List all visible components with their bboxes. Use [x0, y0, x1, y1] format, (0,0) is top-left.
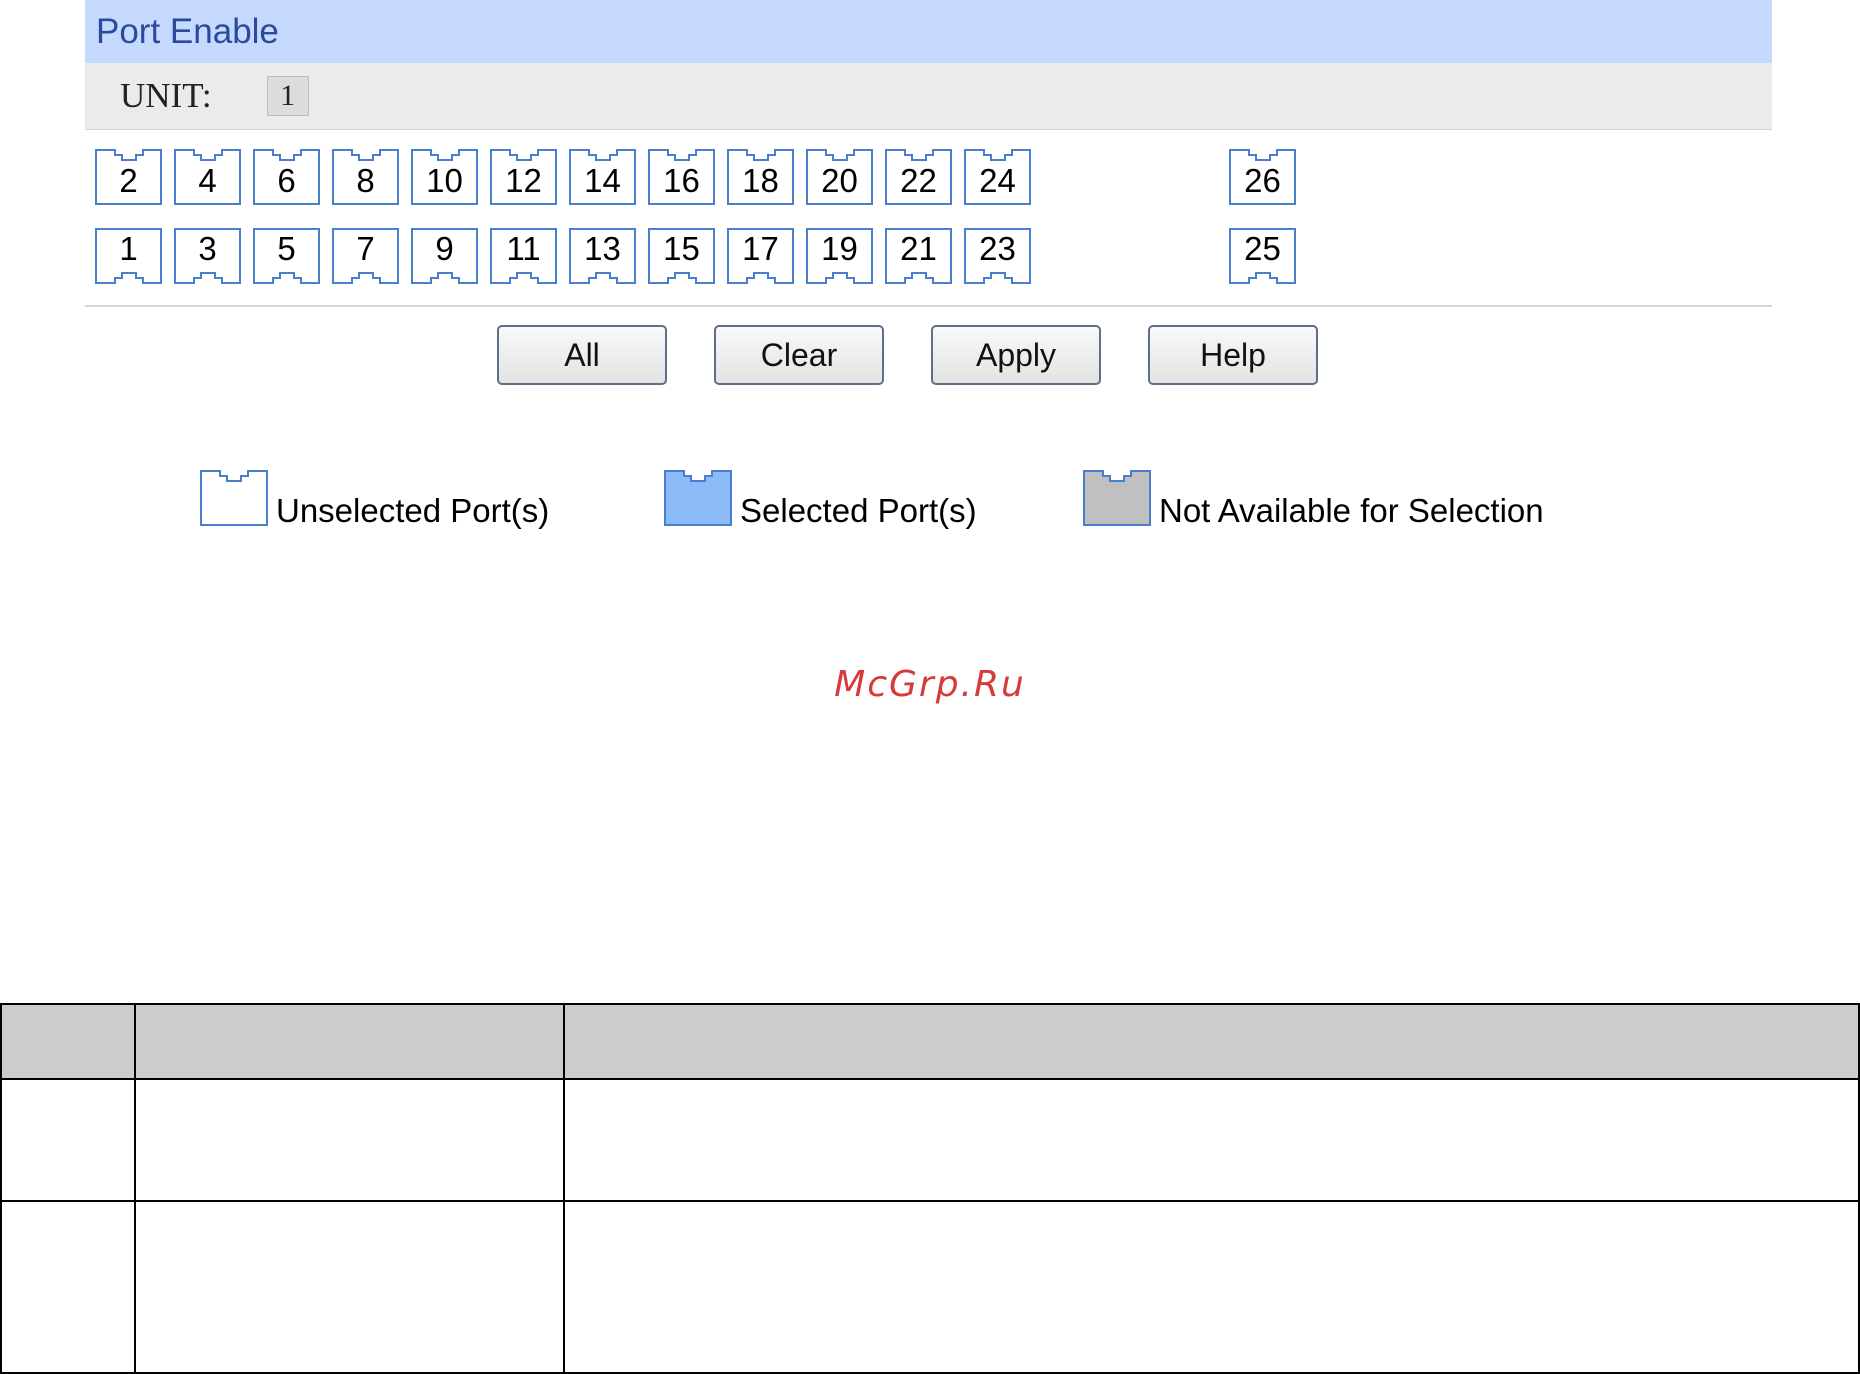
button-bar: All Clear Apply Help	[85, 325, 1772, 387]
unit-selector[interactable]: 1	[266, 76, 309, 116]
port-grid: 2 4 6 8 10 12 14 16 18 20 22 24 26 1 3 5 7 9 11 13 15 17 19 21 2…	[85, 130, 1772, 307]
table-cell	[0, 1200, 136, 1374]
port-number: 2	[119, 162, 138, 199]
port-number: 23	[979, 230, 1016, 267]
port-21[interactable]: 21	[885, 228, 952, 284]
table-cell	[563, 1200, 1860, 1374]
port-24[interactable]: 24	[964, 149, 1031, 205]
port-number: 16	[663, 162, 700, 199]
description-table	[0, 1003, 1860, 1374]
apply-button[interactable]: Apply	[931, 325, 1101, 385]
watermark: McGrp.Ru	[834, 664, 1026, 705]
port-25[interactable]: 25	[1229, 228, 1296, 284]
port-10[interactable]: 10	[411, 149, 478, 205]
port-26[interactable]: 26	[1229, 149, 1296, 205]
port-number: 25	[1244, 230, 1281, 267]
port-2[interactable]: 2	[95, 149, 162, 205]
unit-label: UNIT:	[120, 76, 212, 115]
table-header-cell	[134, 1003, 565, 1080]
port-19[interactable]: 19	[806, 228, 873, 284]
port-number: 19	[821, 230, 858, 267]
port-number: 24	[979, 162, 1016, 199]
port-23[interactable]: 23	[964, 228, 1031, 284]
port-17[interactable]: 17	[727, 228, 794, 284]
port-number: 13	[584, 230, 621, 267]
port-22[interactable]: 22	[885, 149, 952, 205]
port-14[interactable]: 14	[569, 149, 636, 205]
help-button[interactable]: Help	[1148, 325, 1318, 385]
port-number: 9	[435, 230, 454, 267]
table-cell	[563, 1078, 1860, 1202]
unselected-port-icon	[200, 470, 268, 526]
table-header-cell	[563, 1003, 1860, 1080]
port-number: 5	[277, 230, 296, 267]
panel-title: Port Enable	[96, 11, 279, 51]
port-number: 26	[1244, 162, 1281, 199]
port-20[interactable]: 20	[806, 149, 873, 205]
unit-bar: UNIT: 1	[85, 63, 1772, 130]
panel-header: Port Enable	[85, 0, 1772, 63]
legend-selected-label: Selected Port(s)	[740, 492, 977, 529]
port-number: 7	[356, 230, 375, 267]
port-16[interactable]: 16	[648, 149, 715, 205]
legend-unavailable-label: Not Available for Selection	[1159, 492, 1544, 529]
table-cell	[0, 1078, 136, 1202]
port-7[interactable]: 7	[332, 228, 399, 284]
port-13[interactable]: 13	[569, 228, 636, 284]
port-15[interactable]: 15	[648, 228, 715, 284]
selected-port-icon	[664, 470, 732, 526]
port-number: 21	[900, 230, 937, 267]
table-cell	[134, 1200, 565, 1374]
port-number: 15	[663, 230, 700, 267]
port-enable-panel: Port Enable UNIT: 1 2 4 6 8 10 12 14 16 18 20 22 24…	[85, 0, 1772, 529]
port-number: 6	[277, 162, 296, 199]
port-6[interactable]: 6	[253, 149, 320, 205]
port-number: 4	[198, 162, 217, 199]
port-number: 14	[584, 162, 621, 199]
port-number: 17	[742, 230, 779, 267]
legend-unselected-label: Unselected Port(s)	[276, 492, 550, 529]
all-button[interactable]: All	[497, 325, 667, 385]
port-number: 1	[119, 230, 138, 267]
port-4[interactable]: 4	[174, 149, 241, 205]
table-header-row	[0, 1003, 1860, 1080]
port-11[interactable]: 11	[490, 228, 557, 284]
port-legend: Unselected Port(s) Selected Port(s) Not …	[85, 470, 1772, 530]
port-number: 18	[742, 162, 779, 199]
port-number: 11	[506, 230, 541, 267]
port-number: 12	[505, 162, 542, 199]
port-5[interactable]: 5	[253, 228, 320, 284]
table-cell	[134, 1078, 565, 1202]
port-number: 20	[821, 162, 858, 199]
port-12[interactable]: 12	[490, 149, 557, 205]
table-row	[0, 1078, 1860, 1202]
port-8[interactable]: 8	[332, 149, 399, 205]
table-header-cell	[0, 1003, 136, 1080]
port-number: 8	[356, 162, 375, 199]
port-3[interactable]: 3	[174, 228, 241, 284]
unavailable-port-icon	[1083, 470, 1151, 526]
port-1[interactable]: 1	[95, 228, 162, 284]
port-number: 3	[198, 230, 217, 267]
port-number: 10	[426, 162, 463, 199]
port-number: 22	[900, 162, 937, 199]
table-row	[0, 1200, 1860, 1374]
port-18[interactable]: 18	[727, 149, 794, 205]
clear-button[interactable]: Clear	[714, 325, 884, 385]
port-9[interactable]: 9	[411, 228, 478, 284]
